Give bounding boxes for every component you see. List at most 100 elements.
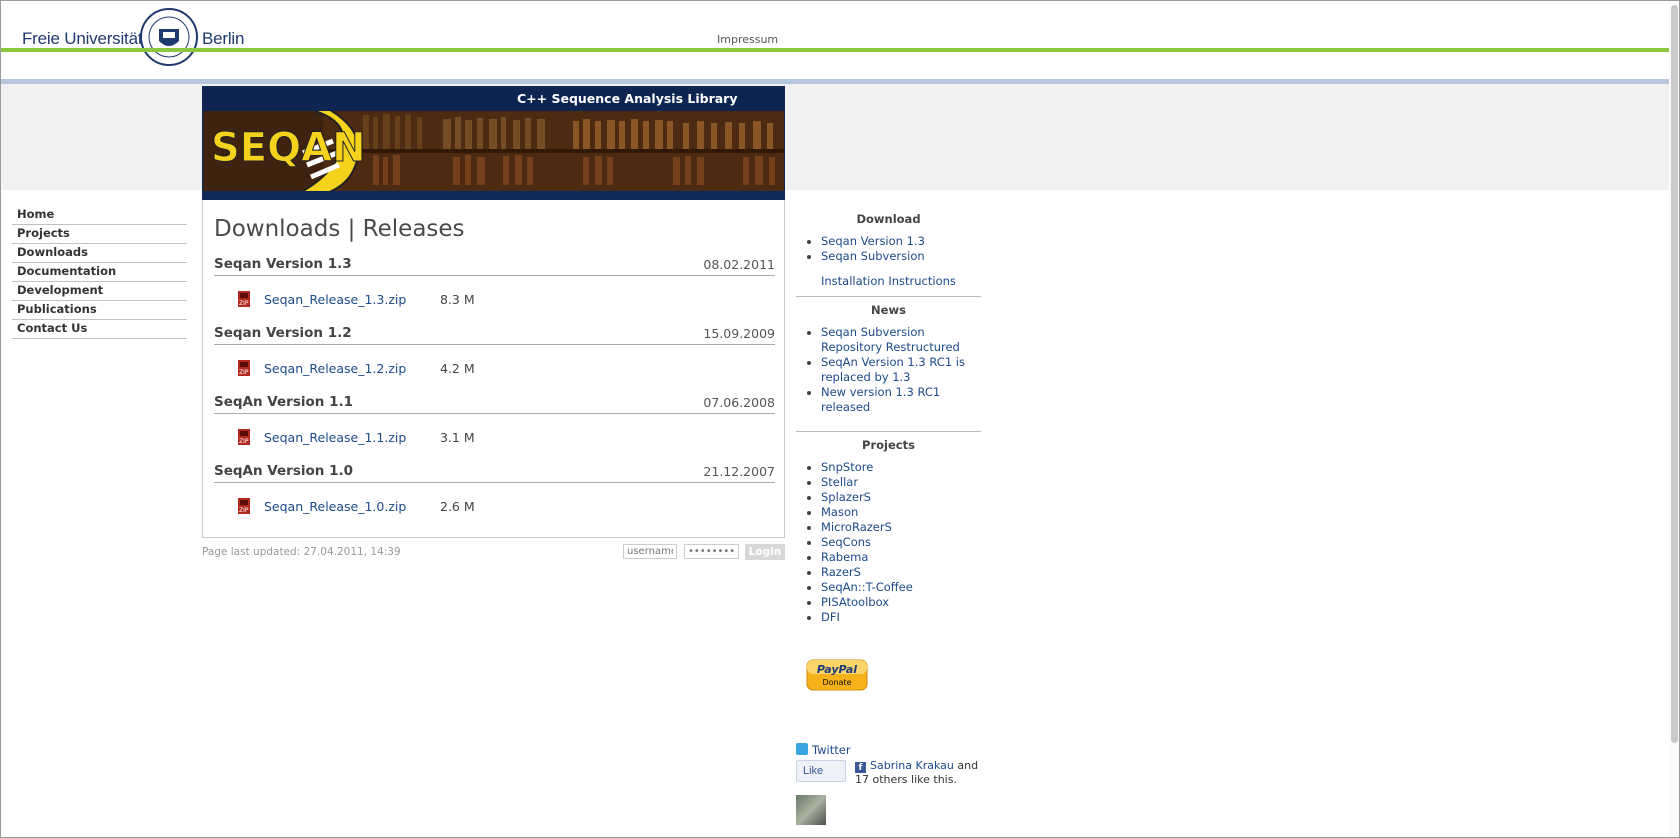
- project-link[interactable]: Mason: [821, 505, 858, 519]
- list-item: Mason: [821, 505, 981, 520]
- project-link[interactable]: DFI: [821, 610, 840, 624]
- zip-file-icon: ZIP: [238, 498, 250, 514]
- project-link[interactable]: SplazerS: [821, 490, 871, 504]
- release-file-row: ZIP Seqan_Release_1.1.zip 3.1 M: [214, 414, 775, 450]
- nav-item-publications[interactable]: Publications: [12, 301, 187, 320]
- file-size: 8.3 M: [440, 292, 475, 307]
- news-heading: News: [871, 303, 906, 317]
- scrollbar-thumb[interactable]: [1671, 5, 1678, 743]
- fu-logo-text-right: Berlin: [202, 29, 245, 48]
- installation-instructions-link[interactable]: Installation Instructions: [821, 274, 981, 288]
- projects-heading: Projects: [862, 438, 915, 452]
- release-entry: SeqAn Version 1.0 21.12.2007 ZIP Seqan_R…: [214, 460, 775, 519]
- login-button[interactable]: Login: [745, 544, 785, 560]
- list-item: Seqan Subversion: [821, 249, 981, 264]
- facebook-others: 17 others like this.: [855, 773, 957, 786]
- release-header: Seqan Version 1.2 15.09.2009: [214, 322, 775, 345]
- download-link[interactable]: Seqan_Release_1.2.zip: [264, 361, 406, 376]
- download-link-seqan-1-3[interactable]: Seqan Version 1.3: [821, 234, 925, 248]
- fu-seal-icon: [140, 8, 198, 66]
- list-item: SeqCons: [821, 535, 981, 550]
- nav-item-downloads[interactable]: Downloads: [12, 244, 187, 263]
- release-name: Seqan Version 1.2: [214, 325, 352, 341]
- facebook-icon: f: [855, 762, 866, 773]
- news-link[interactable]: New version 1.3 RC1 released: [821, 385, 940, 414]
- news-link[interactable]: SeqAn Version 1.3 RC1 is replaced by 1.3: [821, 355, 965, 384]
- release-date: 15.09.2009: [703, 326, 775, 341]
- zip-file-icon: ZIP: [238, 429, 250, 445]
- release-name: SeqAn Version 1.0: [214, 463, 353, 479]
- seqan-logo-text: SEQAN: [211, 125, 366, 171]
- divider: [796, 296, 981, 297]
- facebook-like-text: f Sabrina Krakau and 17 others like this.: [855, 759, 985, 787]
- list-item: SeqAn::T-Coffee: [821, 580, 981, 595]
- svg-text:ZIP: ZIP: [239, 507, 249, 514]
- nav-item-projects[interactable]: Projects: [12, 225, 187, 244]
- twitter-link-row: Twitter: [796, 743, 851, 757]
- release-entry: SeqAn Version 1.1 07.06.2008 ZIP Seqan_R…: [214, 391, 775, 450]
- list-item: Rabema: [821, 550, 981, 565]
- release-name: Seqan Version 1.3: [214, 256, 352, 272]
- impressum-link[interactable]: Impressum: [717, 33, 778, 46]
- divider: [796, 431, 981, 432]
- release-date: 07.06.2008: [703, 395, 775, 410]
- fu-logo-text-left: Freie Universität: [22, 29, 143, 48]
- release-file-row: ZIP Seqan_Release_1.2.zip 4.2 M: [214, 345, 775, 381]
- right-sidebar: Download Seqan Version 1.3 Seqan Subvers…: [796, 206, 981, 625]
- list-item: RazerS: [821, 565, 981, 580]
- browser-frame: Freie Universität Berlin Impressum C++ S…: [0, 0, 1680, 838]
- page-last-updated: Page last updated: 27.04.2011, 14:39: [202, 546, 401, 558]
- download-heading: Download: [856, 212, 921, 226]
- main-content: Downloads | Releases Seqan Version 1.3 0…: [202, 200, 785, 538]
- library-banner-image: SEQAN: [203, 111, 784, 191]
- like-label: Like: [803, 765, 824, 777]
- list-item: Seqan Subversion Repository Restructured: [821, 325, 981, 355]
- banner-footer-bar: [203, 191, 784, 199]
- release-file-row: ZIP Seqan_Release_1.3.zip 8.3 M: [214, 276, 775, 312]
- avatar[interactable]: [796, 795, 826, 825]
- seqan-banner: C++ Sequence Analysis Library SEQAN: [202, 86, 785, 200]
- download-link[interactable]: Seqan_Release_1.1.zip: [264, 430, 406, 445]
- nav-item-contact-us[interactable]: Contact Us: [12, 320, 187, 339]
- download-link[interactable]: Seqan_Release_1.3.zip: [264, 292, 406, 307]
- project-link[interactable]: SnpStore: [821, 460, 873, 474]
- list-item: Stellar: [821, 475, 981, 490]
- projects-list: SnpStore Stellar SplazerS Mason MicroRaz…: [796, 460, 981, 625]
- twitter-icon: [796, 743, 808, 755]
- twitter-link[interactable]: Twitter: [812, 743, 851, 757]
- download-list: Seqan Version 1.3 Seqan Subversion: [796, 234, 981, 264]
- project-link[interactable]: Stellar: [821, 475, 858, 489]
- release-entry: Seqan Version 1.3 08.02.2011 ZIP Seqan_R…: [214, 253, 775, 312]
- download-link[interactable]: Seqan_Release_1.0.zip: [264, 499, 406, 514]
- banner-title-bar: C++ Sequence Analysis Library: [203, 87, 784, 111]
- page-title: Downloads | Releases: [214, 216, 465, 242]
- file-size: 3.1 M: [440, 430, 475, 445]
- paypal-donate-button[interactable]: PayPal Donate: [806, 659, 868, 691]
- nav-item-home[interactable]: Home: [12, 206, 187, 225]
- list-item: SplazerS: [821, 490, 981, 505]
- paypal-donate-label: Donate: [822, 678, 851, 687]
- zip-file-icon: ZIP: [238, 360, 250, 376]
- release-file-row: ZIP Seqan_Release_1.0.zip 2.6 M: [214, 483, 775, 519]
- facebook-friend-link[interactable]: Sabrina Krakau: [870, 759, 954, 772]
- news-link[interactable]: Seqan Subversion Repository Restructured: [821, 325, 960, 354]
- project-link[interactable]: Rabema: [821, 550, 868, 564]
- project-link[interactable]: PISAtoolbox: [821, 595, 889, 609]
- project-link[interactable]: SeqAn::T-Coffee: [821, 580, 913, 594]
- svg-text:ZIP: ZIP: [239, 438, 249, 445]
- project-link[interactable]: MicroRazerS: [821, 520, 892, 534]
- paypal-brand: PayPal: [817, 663, 857, 676]
- nav-item-development[interactable]: Development: [12, 282, 187, 301]
- facebook-like-button[interactable]: Like: [796, 760, 846, 782]
- list-item: DFI: [821, 610, 981, 625]
- nav-item-documentation[interactable]: Documentation: [12, 263, 187, 282]
- list-item: SnpStore: [821, 460, 981, 475]
- download-link-seqan-subversion[interactable]: Seqan Subversion: [821, 249, 925, 263]
- username-input[interactable]: [623, 544, 677, 559]
- release-header: SeqAn Version 1.0 21.12.2007: [214, 460, 775, 483]
- left-nav: Home Projects Downloads Documentation De…: [12, 206, 187, 339]
- password-input[interactable]: [684, 544, 739, 559]
- project-link[interactable]: SeqCons: [821, 535, 871, 549]
- project-link[interactable]: RazerS: [821, 565, 861, 579]
- scrollbar[interactable]: [1669, 1, 1679, 837]
